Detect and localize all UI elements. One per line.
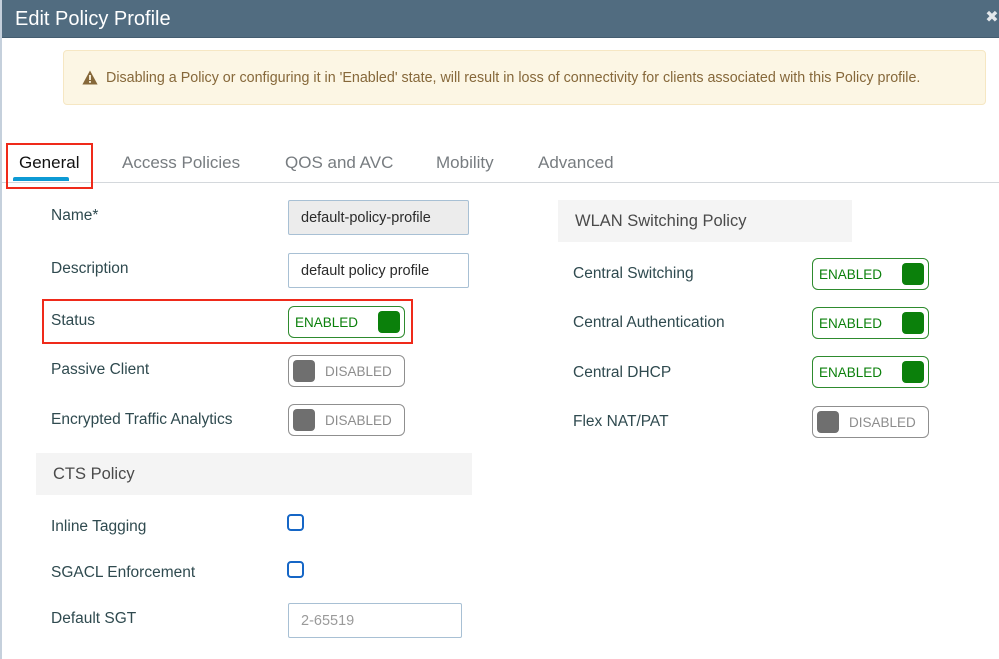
status-label: Status bbox=[51, 312, 95, 329]
passive-client-label: Passive Client bbox=[51, 361, 150, 378]
encrypted-traffic-analytics-label: Encrypted Traffic Analytics bbox=[51, 411, 233, 428]
central-dhcp-toggle[interactable]: ENABLED bbox=[812, 356, 929, 388]
central-authentication-toggle[interactable]: ENABLED bbox=[812, 307, 929, 339]
toggle-state-text: ENABLED bbox=[819, 267, 883, 282]
default-sgt-label: Default SGT bbox=[51, 610, 137, 627]
modal-header: Edit Policy Profile ✖ bbox=[2, 0, 999, 38]
toggle-knob bbox=[902, 312, 924, 334]
tab-bar: General Access Policies QOS and AVC Mobi… bbox=[2, 140, 999, 183]
central-switching-toggle[interactable]: ENABLED bbox=[812, 258, 929, 290]
toggle-knob bbox=[293, 360, 315, 382]
encrypted-traffic-analytics-toggle[interactable]: DISABLED bbox=[288, 404, 405, 436]
cts-policy-section-header: CTS Policy bbox=[36, 453, 472, 495]
toggle-state-text: ENABLED bbox=[819, 365, 883, 380]
toggle-state-text: DISABLED bbox=[849, 415, 916, 430]
active-tab-indicator bbox=[13, 177, 69, 181]
sgacl-enforcement-label: SGACL Enforcement bbox=[51, 564, 196, 581]
default-sgt-input[interactable] bbox=[288, 603, 462, 638]
warning-triangle-icon bbox=[82, 70, 98, 85]
passive-client-toggle[interactable]: DISABLED bbox=[288, 355, 405, 387]
cts-policy-title: CTS Policy bbox=[53, 465, 135, 483]
central-switching-label: Central Switching bbox=[573, 265, 694, 282]
edit-policy-profile-modal: Edit Policy Profile ✖ Disabling a Policy… bbox=[0, 0, 999, 659]
description-input[interactable] bbox=[288, 253, 469, 288]
description-label: Description bbox=[51, 260, 129, 277]
close-icon[interactable]: ✖ bbox=[985, 9, 999, 27]
central-dhcp-label: Central DHCP bbox=[573, 364, 672, 381]
status-toggle[interactable]: ENABLED bbox=[288, 306, 405, 338]
alert-message: Disabling a Policy or configuring it in … bbox=[106, 70, 921, 86]
flex-nat-pat-label: Flex NAT/PAT bbox=[573, 413, 669, 430]
name-label: Name* bbox=[51, 207, 99, 224]
toggle-state-text: DISABLED bbox=[325, 413, 392, 428]
central-authentication-label: Central Authentication bbox=[573, 314, 725, 331]
toggle-state-text: DISABLED bbox=[325, 364, 392, 379]
toggle-knob bbox=[902, 361, 924, 383]
toggle-knob bbox=[902, 263, 924, 285]
toggle-state-text: ENABLED bbox=[295, 315, 359, 330]
tab-advanced[interactable]: Advanced bbox=[538, 152, 614, 174]
inline-tagging-checkbox[interactable] bbox=[287, 514, 304, 531]
inline-tagging-label: Inline Tagging bbox=[51, 518, 147, 535]
tab-general[interactable]: General bbox=[19, 152, 79, 174]
wlan-switching-policy-section-header: WLAN Switching Policy bbox=[558, 200, 852, 242]
toggle-knob bbox=[817, 411, 839, 433]
toggle-knob bbox=[378, 311, 400, 333]
toggle-knob bbox=[293, 409, 315, 431]
tab-mobility[interactable]: Mobility bbox=[436, 152, 494, 174]
flex-nat-pat-toggle[interactable]: DISABLED bbox=[812, 406, 929, 438]
wlan-switching-policy-title: WLAN Switching Policy bbox=[575, 212, 747, 230]
modal-title: Edit Policy Profile bbox=[15, 8, 171, 30]
sgacl-enforcement-checkbox[interactable] bbox=[287, 561, 304, 578]
tab-access-policies[interactable]: Access Policies bbox=[122, 152, 240, 174]
warning-alert: Disabling a Policy or configuring it in … bbox=[63, 50, 986, 105]
name-input[interactable] bbox=[288, 200, 469, 235]
toggle-state-text: ENABLED bbox=[819, 316, 883, 331]
tab-qos-and-avc[interactable]: QOS and AVC bbox=[285, 152, 393, 174]
